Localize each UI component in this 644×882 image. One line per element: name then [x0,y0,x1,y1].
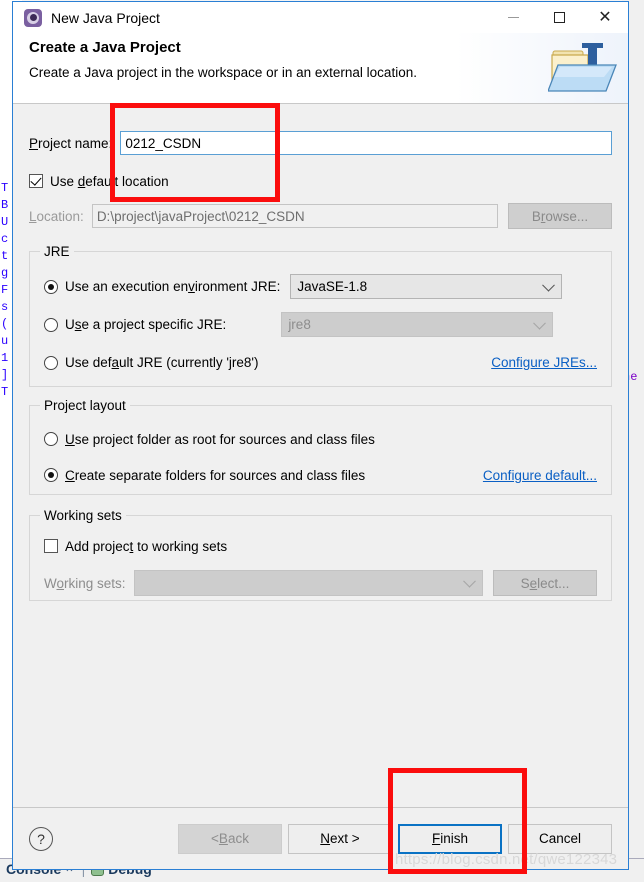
jre-default-option[interactable]: Use default JRE (currently 'jre8') [44,355,258,370]
eclipse-gear-icon [24,8,42,27]
dialog-title-bar: New Java Project ✕ [13,2,628,33]
layout-separate-folders-row: Create separate folders for sources and … [44,464,597,486]
browse-button[interactable]: Br owse... [508,203,612,229]
jre-default-label: Use default JRE (currently 'jre8') [65,355,259,370]
project-layout-group-title: Project layout [40,398,130,413]
configure-default-link[interactable]: Configure default... [483,468,597,483]
help-glyph: ? [37,830,45,847]
jre-project-specific-value: jre8 [288,317,311,332]
layout-project-folder-row[interactable]: Use project folder as root for sources a… [44,428,597,450]
layout-separate-folders-label: Create separate folders for sources and … [65,467,366,483]
working-sets-selector-row: Working sets: Se lect... [44,570,597,596]
jre-default-row: Use default JRE (currently 'jre8') Confi… [44,350,597,375]
project-layout-group: Project layout Use project folder as roo… [29,398,612,495]
layout-project-folder-label: Use project folder as root for sources a… [65,431,375,447]
watermark-text: https://blog.csdn.net/qwe122343 [395,851,618,868]
working-sets-group-title: Working sets [40,508,126,523]
maximize-icon[interactable] [536,2,582,33]
working-sets-group: Working sets Add project to working sets… [29,508,612,601]
jre-project-specific-label: Use a project specific JRE: [65,317,227,332]
working-sets-label: Working sets: [44,575,126,591]
finish-button[interactable]: Finish [398,823,502,854]
project-name-row: Project name: [29,130,612,156]
jre-execution-environment-value: JavaSE-1.8 [297,279,368,294]
layout-separate-folders-radio[interactable] [44,468,58,482]
jre-project-specific-select[interactable]: jre8 [281,312,554,337]
chevron-down-icon [463,574,476,588]
jre-execution-environment-radio[interactable] [44,279,58,294]
use-default-location-row[interactable]: Use default location [29,171,612,191]
chevron-down-icon [533,316,547,330]
next-button[interactable]: Next > [288,823,392,854]
layout-project-folder-radio[interactable] [44,432,58,446]
location-input[interactable]: D:\project\javaProject\0212_CSDN [91,204,498,228]
working-sets-select[interactable] [133,570,483,596]
page-description: Create a Java project in the workspace o… [29,65,417,80]
add-to-working-sets-label: Add project to working sets [65,538,228,554]
java-project-folder-icon [548,43,617,92]
window-controls: ✕ [490,2,628,33]
wizard-button-group: < Back Next > Finish Cancel [178,823,612,854]
close-icon[interactable]: ✕ [582,2,628,33]
project-name-input[interactable] [120,131,612,155]
new-java-project-dialog: New Java Project ✕ Create a Java Project… [12,1,629,870]
use-default-location-checkbox[interactable] [29,174,43,188]
location-row: Location: D:\project\javaProject\0212_CS… [29,203,612,229]
add-to-working-sets-row[interactable]: Add project to working sets [44,536,597,556]
jre-group-title: JRE [40,244,74,259]
chevron-down-icon [542,278,556,292]
working-sets-select-button[interactable]: Se lect... [493,570,597,596]
location-label: Location: [29,208,84,224]
minimize-icon[interactable] [490,2,536,33]
cancel-button[interactable]: Cancel [508,823,612,854]
jre-execution-environment-row: Use an execution environment JRE: JavaSE… [44,274,597,299]
back-button[interactable]: < Back [178,823,282,854]
project-name-label: Project name: [29,135,113,151]
configure-jres-link[interactable]: Configure JREs... [491,355,597,370]
dialog-header: Create a Java Project Create a Java proj… [13,33,628,104]
dialog-body: Project name: Use default location Locat… [13,104,628,807]
layout-separate-folders-option[interactable]: Create separate folders for sources and … [44,468,365,483]
jre-project-specific-radio[interactable] [44,317,58,332]
jre-group: JRE Use an execution environment JRE: Ja… [29,244,612,387]
help-icon[interactable]: ? [29,826,53,851]
page-title: Create a Java Project [29,39,181,56]
jre-default-radio[interactable] [44,355,58,370]
dialog-title: New Java Project [51,9,160,26]
use-default-location-label: Use default location [50,173,169,189]
jre-execution-environment-select[interactable]: JavaSE-1.8 [290,274,563,299]
add-to-working-sets-checkbox[interactable] [44,539,58,553]
jre-execution-environment-label: Use an execution environment JRE: [65,279,281,294]
jre-project-specific-row: Use a project specific JRE: jre8 [44,312,597,337]
